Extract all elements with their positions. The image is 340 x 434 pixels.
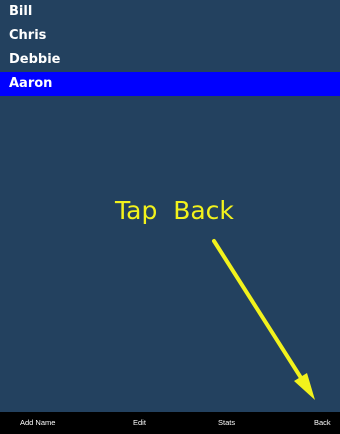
app-screen: Bill Chris Debbie Aaron Tap Back Add Nam… (0, 0, 340, 434)
arrow-down-right-icon (212, 239, 315, 400)
stats-button[interactable]: Stats (218, 412, 235, 434)
edit-button[interactable]: Edit (133, 412, 146, 434)
add-name-button[interactable]: Add Name (20, 412, 55, 434)
back-button[interactable]: Back (314, 412, 331, 434)
bottom-toolbar: Add Name Edit Stats Back (0, 412, 340, 434)
